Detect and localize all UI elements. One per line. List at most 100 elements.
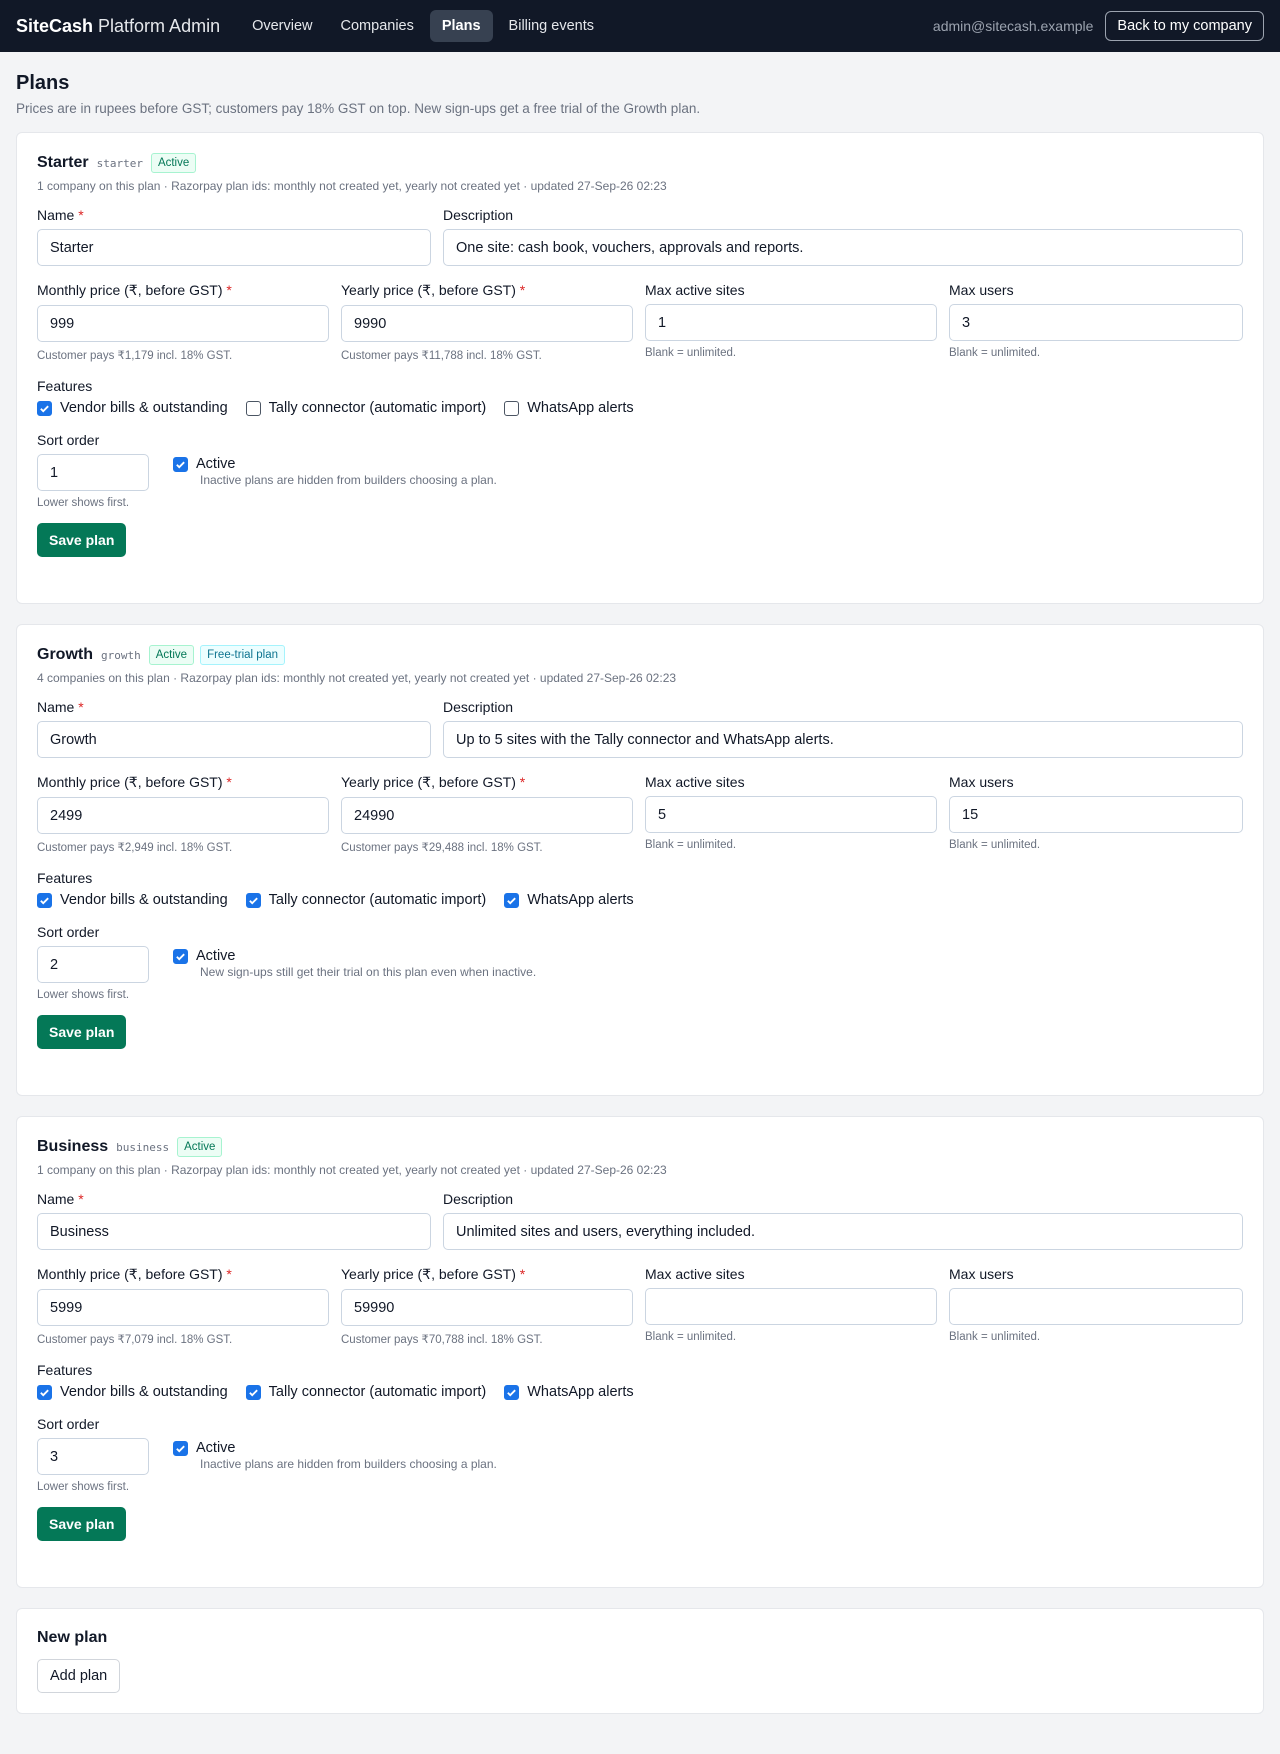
pricing-row: Monthly price (₹, before GST) * Customer… [37,1266,1243,1346]
vendor-bills-label: Vendor bills & outstanding [60,400,228,416]
active-toggle[interactable]: Active [173,948,536,964]
sort-order-field: Sort order Lower shows first. [37,432,149,509]
max-users-input[interactable] [949,304,1243,341]
description-input[interactable] [443,1213,1243,1250]
name-input[interactable] [37,229,431,266]
yearly-price-field: Yearly price (₹, before GST) * Customer … [341,282,633,362]
features-group: Vendor bills & outstanding Tally connect… [37,400,1243,416]
plan-badges: Active [177,1137,223,1157]
tally-connector-checkbox[interactable] [245,892,261,908]
max-users-label: Max users [949,1266,1014,1282]
nav-companies[interactable]: Companies [329,10,426,42]
features-group: Vendor bills & outstanding Tally connect… [37,892,1243,908]
monthly-price-input[interactable] [37,305,329,342]
whatsapp-alerts-checkbox[interactable] [504,1384,520,1400]
save-plan-button[interactable]: Save plan [37,1015,127,1049]
max-sites-input[interactable] [645,1288,937,1325]
description-field: Description [443,699,1243,758]
active-toggle[interactable]: Active [173,1440,497,1456]
max-users-label: Max users [949,774,1014,790]
features-label: Features [37,870,93,886]
plan-title: Growth [37,646,93,663]
add-plan-button[interactable]: Add plan [37,1659,121,1693]
page-title: Plans [16,72,70,94]
back-to-company-button[interactable]: Back to my company [1105,11,1264,41]
nav-overview[interactable]: Overview [240,10,324,42]
sort-order-hint: Lower shows first. [37,497,130,509]
max-sites-field: Max active sites Blank = unlimited. [645,774,937,854]
feature-tally-connector[interactable]: Tally connector (automatic import) [245,892,486,908]
whatsapp-alerts-checkbox[interactable] [504,400,520,416]
name-label: Name * [37,1191,84,1207]
save-plan-button[interactable]: Save plan [37,523,127,557]
max-sites-input[interactable] [645,796,937,833]
description-input[interactable] [443,721,1243,758]
yearly-price-input[interactable] [341,305,633,342]
monthly-price-input[interactable] [37,797,329,834]
max-sites-label: Max active sites [645,282,745,298]
sort-order-field: Sort order Lower shows first. [37,1416,149,1493]
yearly-price-input[interactable] [341,1289,633,1326]
yearly-price-input[interactable] [341,797,633,834]
active-checkbox[interactable] [173,1440,188,1456]
feature-vendor-bills[interactable]: Vendor bills & outstanding [37,400,228,416]
brand[interactable]: SiteCash Platform Admin [16,16,220,37]
yearly-price-label: Yearly price (₹, before GST) * [341,1266,526,1282]
brand-suffix: Platform Admin [93,15,221,36]
active-checkbox[interactable] [173,456,188,472]
active-label: Active [196,948,236,964]
max-users-label: Max users [949,282,1014,298]
page-subtitle: Prices are in rupees before GST; custome… [16,101,701,116]
page-content: Plans Prices are in rupees before GST; c… [0,52,1280,1714]
vendor-bills-checkbox[interactable] [37,400,52,416]
active-toggle[interactable]: Active [173,456,497,472]
feature-tally-connector[interactable]: Tally connector (automatic import) [245,1384,486,1400]
feature-vendor-bills[interactable]: Vendor bills & outstanding [37,1384,228,1400]
max-users-input[interactable] [949,796,1243,833]
sort-order-input[interactable] [37,1438,149,1475]
vendor-bills-checkbox[interactable] [37,892,52,908]
active-checkbox[interactable] [173,948,188,964]
whatsapp-alerts-checkbox[interactable] [504,892,520,908]
save-plan-button[interactable]: Save plan [37,1507,127,1541]
plan-code: business [116,1140,170,1154]
yearly-price-label: Yearly price (₹, before GST) * [341,774,526,790]
feature-whatsapp-alerts[interactable]: WhatsApp alerts [504,1384,634,1400]
plan-code: starter [96,156,143,170]
sort-order-input[interactable] [37,946,149,983]
monthly-price-input[interactable] [37,1289,329,1326]
plan-card-growth: Growth growth Active Free-trial plan 4 co… [16,624,1264,1096]
nav-billing-events[interactable]: Billing events [497,10,606,42]
feature-vendor-bills[interactable]: Vendor bills & outstanding [37,892,228,908]
yearly-price-hint: Customer pays ₹29,488 incl. 18% GST. [341,842,543,854]
yearly-price-field: Yearly price (₹, before GST) * Customer … [341,774,633,854]
max-users-hint: Blank = unlimited. [949,347,1041,359]
name-field: Name * [37,699,431,758]
name-input[interactable] [37,721,431,758]
vendor-bills-label: Vendor bills & outstanding [60,892,228,908]
nav-plans[interactable]: Plans [429,10,493,42]
feature-whatsapp-alerts[interactable]: WhatsApp alerts [504,400,634,416]
max-users-input[interactable] [949,1288,1243,1325]
plan-header: Growth growth Active Free-trial plan [37,645,1243,665]
monthly-price-field: Monthly price (₹, before GST) * Customer… [37,1266,329,1346]
name-input[interactable] [37,1213,431,1250]
monthly-price-field: Monthly price (₹, before GST) * Customer… [37,282,329,362]
monthly-price-label: Monthly price (₹, before GST) * [37,774,232,790]
yearly-price-hint: Customer pays ₹70,788 incl. 18% GST. [341,1334,543,1346]
tally-connector-checkbox[interactable] [245,400,261,416]
feature-tally-connector[interactable]: Tally connector (automatic import) [245,400,486,416]
monthly-price-label: Monthly price (₹, before GST) * [37,1266,232,1282]
tally-connector-checkbox[interactable] [245,1384,261,1400]
feature-whatsapp-alerts[interactable]: WhatsApp alerts [504,892,634,908]
plan-badges: Active Free-trial plan [148,645,286,665]
active-hint: Inactive plans are hidden from builders … [200,473,497,487]
max-users-field: Max users Blank = unlimited. [949,774,1243,854]
main-nav: Overview Companies Plans Billing events [240,10,606,42]
max-sites-input[interactable] [645,304,937,341]
description-input[interactable] [443,229,1243,266]
sort-order-input[interactable] [37,454,149,491]
max-sites-field: Max active sites Blank = unlimited. [645,1266,937,1346]
admin-email: admin@sitecash.example [932,18,1094,34]
vendor-bills-checkbox[interactable] [37,1384,52,1400]
